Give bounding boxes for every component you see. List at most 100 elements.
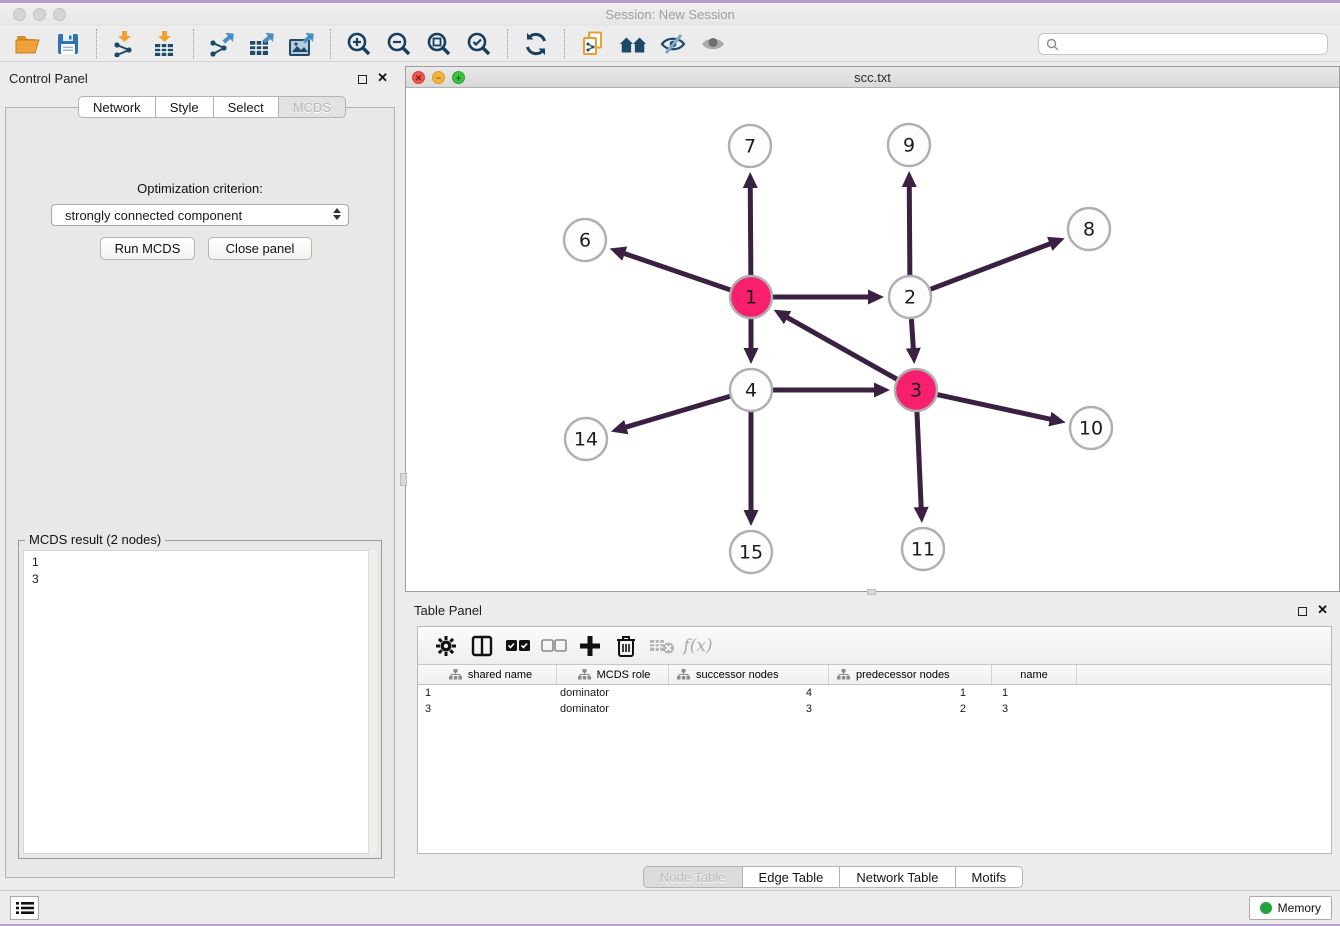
export-network-icon[interactable] [207, 29, 237, 59]
graph-edge[interactable] [937, 394, 1052, 419]
columns-icon[interactable] [467, 631, 497, 661]
graph-edge-arrowhead [868, 290, 884, 305]
toolbar-separator [564, 29, 565, 59]
graph-node-label: 8 [1083, 219, 1095, 241]
criterion-dropdown[interactable]: strongly connected component [51, 204, 349, 226]
graph-edge[interactable] [917, 411, 921, 509]
graph-node-label: 10 [1079, 418, 1103, 440]
graph-node-label: 6 [579, 230, 591, 252]
import-network-icon[interactable] [110, 29, 140, 59]
graph-edge[interactable] [911, 318, 913, 350]
cell-mcds-role[interactable]: dominator [557, 703, 669, 715]
task-history-button[interactable] [10, 896, 39, 920]
graph-edge[interactable] [623, 253, 731, 290]
tab-mcds[interactable]: MCDS [279, 96, 346, 118]
table-row[interactable]: 3 dominator 3 2 3 [418, 701, 1331, 717]
graph-node-label: 9 [903, 135, 915, 157]
run-mcds-button[interactable]: Run MCDS [100, 237, 195, 260]
graph-edge[interactable] [624, 396, 731, 428]
column-type-icon [449, 669, 462, 681]
control-panel-title: Control Panel [9, 71, 88, 86]
tab-network[interactable]: Network [78, 96, 156, 118]
result-scrollbar[interactable] [368, 550, 377, 854]
graph-edge[interactable] [909, 185, 910, 276]
column-type-icon [837, 669, 850, 681]
delete-table-icon[interactable] [647, 631, 677, 661]
graph-edge-arrowhead [611, 420, 628, 434]
import-table-icon[interactable] [150, 29, 180, 59]
cell-predecessor-nodes[interactable]: 1 [829, 687, 992, 699]
toolbar-separator [507, 29, 508, 59]
copy-network-icon[interactable] [578, 29, 608, 59]
hide-selected-icon[interactable] [658, 29, 688, 59]
vertical-divider-handle[interactable] [400, 473, 407, 486]
cell-name[interactable]: 1 [992, 687, 1077, 699]
cell-mcds-role[interactable]: dominator [557, 687, 669, 699]
save-icon[interactable] [53, 29, 83, 59]
deselect-all-checkboxes-icon[interactable] [539, 631, 569, 661]
function-builder-icon[interactable]: f(x) [683, 631, 713, 661]
cell-shared-name[interactable]: 3 [418, 703, 557, 715]
close-panel-icon[interactable]: ✕ [377, 70, 388, 86]
desktop-edge-top [0, 0, 1340, 3]
select-all-checkboxes-icon[interactable] [503, 631, 533, 661]
export-table-icon[interactable] [247, 29, 277, 59]
zoom-out-icon[interactable] [384, 29, 414, 59]
zoom-selected-icon[interactable] [464, 29, 494, 59]
delete-row-icon[interactable] [611, 631, 641, 661]
first-neighbors-icon[interactable] [618, 29, 648, 59]
column-header-predecessor-nodes[interactable]: predecessor nodes [829, 665, 992, 684]
column-header-successor-nodes[interactable]: successor nodes [669, 665, 829, 684]
node-table: shared name MCDS role successor nodes pr… [418, 665, 1331, 853]
close-panel-button[interactable]: Close panel [208, 237, 312, 260]
tab-style[interactable]: Style [156, 96, 214, 118]
open-folder-icon[interactable] [13, 29, 43, 59]
apply-layout-icon[interactable] [521, 29, 551, 59]
graph-node-label: 4 [745, 380, 757, 402]
search-icon [1046, 38, 1059, 51]
column-header-name[interactable]: name [992, 665, 1077, 684]
graph-edge-arrowhead [914, 507, 929, 523]
close-panel-icon[interactable]: ✕ [1317, 602, 1328, 618]
table-panel-header: Table Panel ✕ [405, 598, 1340, 624]
tab-motifs[interactable]: Motifs [956, 866, 1024, 888]
network-title: scc.txt [406, 70, 1339, 85]
graph-edge-arrowhead [902, 171, 917, 187]
zoom-in-icon[interactable] [344, 29, 374, 59]
graph-node-label: 15 [739, 542, 763, 564]
graph-edge[interactable] [930, 243, 1052, 289]
cell-name[interactable]: 3 [992, 703, 1077, 715]
tab-node-table[interactable]: Node Table [643, 866, 743, 888]
tab-edge-table[interactable]: Edge Table [743, 866, 841, 888]
right-column: ✕ − + scc.txt 1234678910111415 Table Pan… [405, 62, 1340, 890]
show-all-icon[interactable] [698, 29, 728, 59]
tab-network-table[interactable]: Network Table [840, 866, 955, 888]
graph-edge-arrowhead [744, 348, 759, 364]
network-canvas[interactable]: 1234678910111415 [406, 88, 1339, 591]
memory-button[interactable]: Memory [1249, 896, 1332, 920]
add-row-icon[interactable] [575, 631, 605, 661]
export-image-icon[interactable] [287, 29, 317, 59]
graph-edge[interactable] [750, 186, 751, 276]
column-header-shared-name[interactable]: shared name [418, 665, 557, 684]
search-input[interactable] [1064, 37, 1327, 51]
cell-predecessor-nodes[interactable]: 2 [829, 703, 992, 715]
table-row[interactable]: 1 dominator 4 1 1 [418, 685, 1331, 701]
mcds-result-fieldset: MCDS result (2 nodes) 1 3 [18, 540, 382, 859]
cell-successor-nodes[interactable]: 4 [669, 687, 829, 699]
search-field[interactable] [1038, 33, 1328, 55]
float-panel-icon[interactable] [1298, 607, 1307, 616]
graph-edge-arrowhead [744, 510, 759, 526]
settings-gear-icon[interactable] [431, 631, 461, 661]
column-header-mcds-role[interactable]: MCDS role [557, 665, 669, 684]
column-type-icon [677, 669, 690, 681]
cell-successor-nodes[interactable]: 3 [669, 703, 829, 715]
tab-select[interactable]: Select [214, 96, 279, 118]
graph-node-label: 1 [745, 287, 757, 309]
cell-shared-name[interactable]: 1 [418, 687, 557, 699]
float-panel-icon[interactable] [358, 75, 367, 84]
mcds-result-list[interactable]: 1 3 [23, 550, 377, 854]
zoom-fit-icon[interactable] [424, 29, 454, 59]
graph-edge[interactable] [786, 317, 898, 380]
table-toolbar: f(x) [418, 627, 1331, 665]
